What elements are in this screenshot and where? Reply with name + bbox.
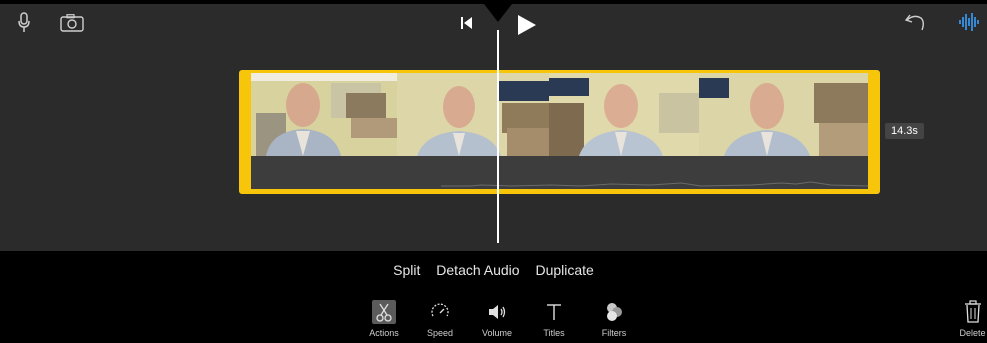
scissors-icon (372, 300, 396, 324)
clip-content (251, 73, 868, 189)
detach-audio-button[interactable]: Detach Audio (436, 262, 519, 278)
thumbnail-frame (549, 73, 699, 156)
audio-lane (251, 156, 868, 189)
skip-to-start-icon[interactable] (460, 16, 474, 30)
tool-titles[interactable]: Titles (530, 298, 578, 338)
tool-filters[interactable]: Filters (590, 298, 638, 338)
split-button[interactable]: Split (393, 262, 420, 278)
speaker-icon (485, 300, 509, 324)
delete-button[interactable]: Delete (958, 298, 987, 338)
play-icon[interactable] (517, 14, 537, 36)
clip-actions-row: Split Detach Audio Duplicate (0, 262, 987, 278)
video-clip[interactable] (239, 70, 880, 194)
tool-label: Filters (601, 328, 627, 338)
camera-icon[interactable] (60, 14, 84, 32)
duplicate-button[interactable]: Duplicate (535, 262, 593, 278)
thumbnail-frame (251, 73, 397, 156)
tool-volume[interactable]: Volume (473, 298, 521, 338)
filters-circles-icon (602, 300, 626, 324)
trash-icon (963, 300, 983, 324)
tool-label: Volume (481, 328, 513, 338)
undo-icon[interactable] (904, 12, 928, 32)
text-t-icon (542, 300, 566, 324)
clip-thumbnails (251, 73, 868, 156)
tool-label: Titles (543, 328, 565, 338)
playhead[interactable] (497, 30, 499, 243)
audio-waveform-icon[interactable] (958, 12, 982, 32)
delete-label: Delete (959, 328, 986, 338)
tool-speed[interactable]: Speed (416, 298, 464, 338)
thumbnail-frame (397, 73, 549, 156)
playhead-marker (484, 4, 512, 22)
tool-actions[interactable]: Actions (360, 298, 408, 338)
clip-duration-badge: 14.3s (885, 123, 924, 139)
tool-label: Actions (369, 328, 399, 338)
tool-label: Speed (426, 328, 454, 338)
thumbnail-frame (699, 73, 868, 156)
speedometer-icon (428, 300, 452, 324)
microphone-icon[interactable] (17, 12, 31, 34)
